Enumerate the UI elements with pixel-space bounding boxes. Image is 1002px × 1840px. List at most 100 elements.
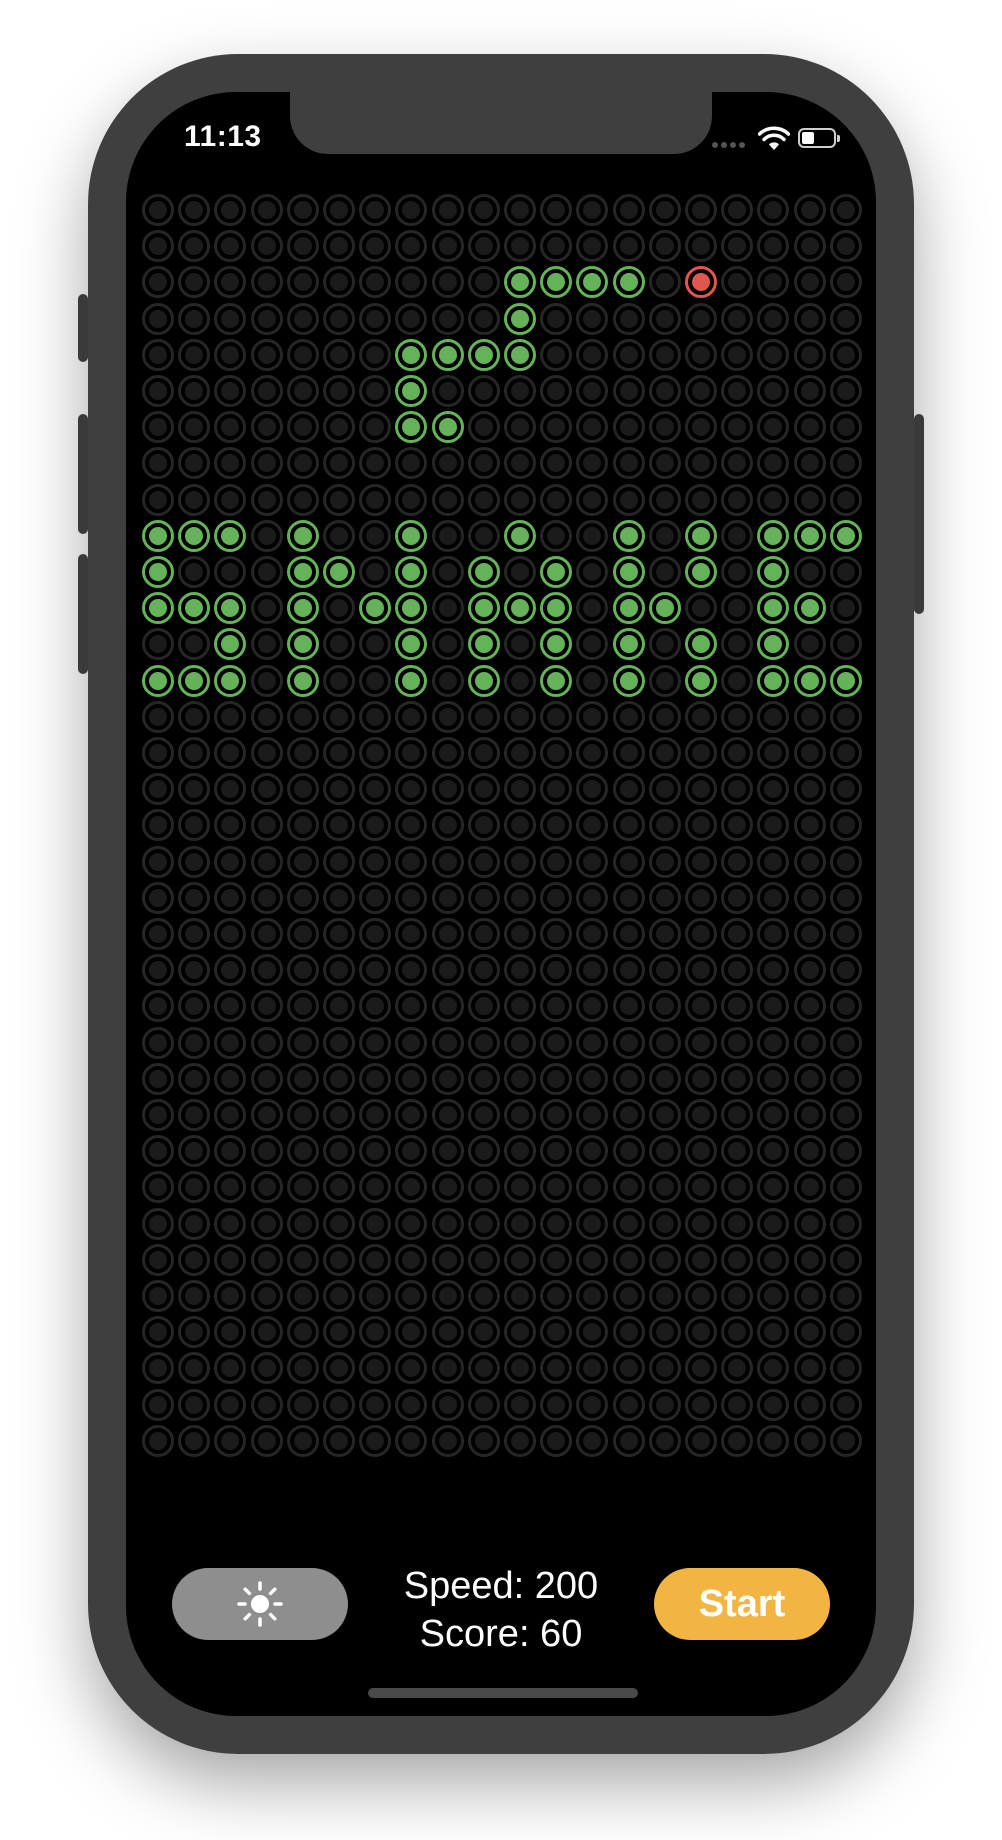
board-cell [359,230,391,262]
board-cell [830,1425,862,1457]
board-cell [830,1063,862,1095]
board-cell [214,1063,246,1095]
board-cell [359,303,391,335]
board-cell [178,628,210,660]
snake-cell [504,266,536,298]
board-cell [794,918,826,950]
board-cell [649,882,681,914]
board-cell [432,1389,464,1421]
home-indicator[interactable] [368,1688,638,1698]
board-cell [359,556,391,588]
board-cell [395,737,427,769]
theme-toggle-button[interactable] [172,1568,348,1640]
board-cell [432,954,464,986]
board-cell [395,773,427,805]
board-cell [504,1389,536,1421]
board-cell [142,737,174,769]
board-cell [830,194,862,226]
board-cell [830,447,862,479]
board-cell [142,954,174,986]
board-cell [251,447,283,479]
board-cell [395,1099,427,1131]
board-cell [359,1316,391,1348]
board-cell [468,1280,500,1312]
board-cell [142,230,174,262]
board-cell [251,1171,283,1203]
board-cell [721,194,753,226]
snake-cell [395,411,427,443]
board-cell [359,1063,391,1095]
board-cell [323,447,355,479]
board-cell [830,701,862,733]
score-label: Score: 60 [419,1613,583,1655]
board-cell [178,230,210,262]
board-cell [576,1389,608,1421]
snake-cell [395,339,427,371]
board-cell [830,809,862,841]
board-cell [287,484,319,516]
board-cell [251,737,283,769]
board-cell [504,1099,536,1131]
board-cell [251,954,283,986]
board-cell [395,303,427,335]
board-cell [432,918,464,950]
board-cell [214,1099,246,1131]
snake-cell [468,592,500,624]
board-cell [721,1099,753,1131]
board-cell [214,954,246,986]
snake-cell [214,520,246,552]
board-cell [721,990,753,1022]
board-cell [576,1352,608,1384]
board-cell [395,1389,427,1421]
snake-cell [142,665,174,697]
snake-cell [178,520,210,552]
board-cell [794,1063,826,1095]
board-cell [576,665,608,697]
board-cell [613,194,645,226]
board-cell [395,230,427,262]
board-cell [504,918,536,950]
board-cell [251,1389,283,1421]
board-cell [178,1244,210,1276]
snake-cell [613,592,645,624]
board-cell [251,1099,283,1131]
board-cell [685,882,717,914]
board-cell [757,846,789,878]
board-cell [323,1352,355,1384]
board-cell [359,809,391,841]
snake-cell [142,592,174,624]
start-button[interactable]: Start [654,1568,830,1640]
board-cell [721,484,753,516]
board-cell [432,1135,464,1167]
board-cell [287,1352,319,1384]
snake-cell [323,556,355,588]
board-cell [323,954,355,986]
board-cell [576,303,608,335]
board-cell [142,1244,174,1276]
board-cell [757,230,789,262]
board-cell [323,1316,355,1348]
board-cell [794,882,826,914]
board-cell [757,954,789,986]
board-cell [468,484,500,516]
board-cell [323,375,355,407]
board-cell [432,628,464,660]
board-cell [794,266,826,298]
board-cell [251,701,283,733]
snake-cell [504,339,536,371]
game-board[interactable] [142,194,862,1457]
board-cell [178,1425,210,1457]
board-cell [359,1244,391,1276]
board-cell [613,1425,645,1457]
board-cell [504,1280,536,1312]
board-cell [794,1027,826,1059]
snake-cell [287,556,319,588]
board-cell [178,303,210,335]
board-cell [649,520,681,552]
board-cell [540,773,572,805]
board-cell [178,918,210,950]
board-cell [432,1099,464,1131]
board-cell [251,628,283,660]
board-cell [757,773,789,805]
board-cell [432,990,464,1022]
